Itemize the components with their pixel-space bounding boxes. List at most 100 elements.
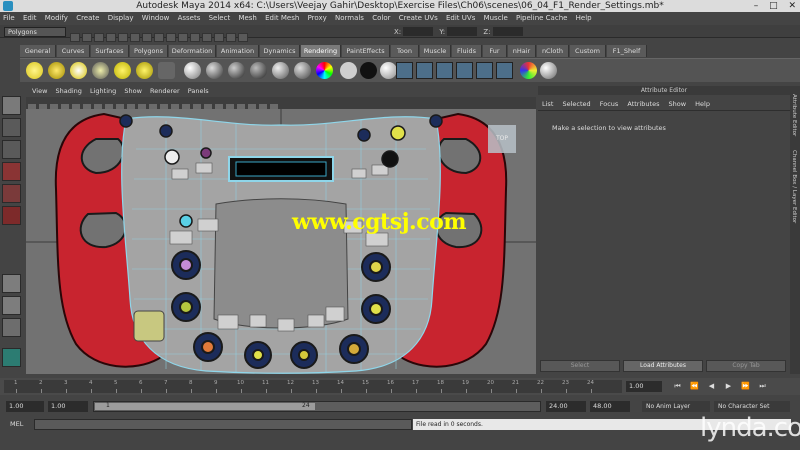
scale-tool-icon[interactable] xyxy=(2,206,21,225)
x-field[interactable] xyxy=(403,27,434,36)
tab-fur[interactable]: Fur xyxy=(483,45,507,57)
ramp-material-icon[interactable] xyxy=(316,62,333,79)
snap-grid-icon[interactable] xyxy=(142,33,152,42)
range-slider[interactable]: 1 24 xyxy=(93,401,541,412)
go-to-end-icon[interactable]: ⏭ xyxy=(757,381,768,392)
tab-muscle[interactable]: Muscle xyxy=(420,45,451,57)
menu-proxy[interactable]: Proxy xyxy=(308,14,327,22)
open-scene-icon[interactable] xyxy=(82,33,92,42)
menu-pipeline-cache[interactable]: Pipeline Cache xyxy=(516,14,567,22)
select-hierarchy-icon[interactable] xyxy=(106,33,116,42)
phonge-material-icon[interactable] xyxy=(250,62,267,79)
select-component-icon[interactable] xyxy=(130,33,140,42)
panel-menu-panels[interactable]: Panels xyxy=(188,87,209,95)
anim-layer-dropdown[interactable]: No Anim Layer xyxy=(642,401,710,412)
ipr-render-icon[interactable] xyxy=(214,33,224,42)
menu-modify[interactable]: Modify xyxy=(45,14,68,22)
tab-curves[interactable]: Curves xyxy=(57,45,90,57)
tab-custom[interactable]: Custom xyxy=(570,45,606,57)
outliner-layout-icon[interactable] xyxy=(2,318,21,337)
render-settings-shelf-icon[interactable] xyxy=(436,62,453,79)
ae-menu-help[interactable]: Help xyxy=(695,100,710,108)
menu-mesh[interactable]: Mesh xyxy=(238,14,256,22)
go-to-start-icon[interactable]: ⏮ xyxy=(672,381,683,392)
spot-light-icon[interactable] xyxy=(92,62,109,79)
panel-menu-lighting[interactable]: Lighting xyxy=(90,87,116,95)
use-background-icon[interactable] xyxy=(360,62,377,79)
snap-plane-icon[interactable] xyxy=(178,33,188,42)
playback-start-field[interactable]: 1.00 xyxy=(48,401,88,412)
hypershade-layout-icon[interactable] xyxy=(2,348,21,367)
ipr-render-shelf-icon[interactable] xyxy=(416,62,433,79)
layered-material-icon[interactable] xyxy=(294,62,311,79)
tab-nhair[interactable]: nHair xyxy=(508,45,536,57)
tab-deformation[interactable]: Deformation xyxy=(169,45,216,57)
select-object-icon[interactable] xyxy=(118,33,128,42)
tab-ncloth[interactable]: nCloth xyxy=(537,45,569,57)
tab-painteffects[interactable]: PaintEffects xyxy=(342,45,390,57)
tab-general[interactable]: General xyxy=(20,45,56,57)
minimize-button[interactable]: – xyxy=(754,1,759,11)
panel-menu-renderer[interactable]: Renderer xyxy=(150,87,180,95)
menu-color[interactable]: Color xyxy=(372,14,390,22)
render-settings-icon[interactable] xyxy=(226,33,236,42)
snap-curve-icon[interactable] xyxy=(154,33,164,42)
tab-animation[interactable]: Animation xyxy=(217,45,259,57)
rotate-tool-icon[interactable] xyxy=(2,184,21,203)
top-viewport[interactable]: TOP www.cgtsj.com xyxy=(26,109,536,374)
select-button[interactable]: Select xyxy=(540,360,620,372)
save-scene-icon[interactable] xyxy=(94,33,104,42)
playback-end-field[interactable]: 24.00 xyxy=(546,401,586,412)
phong-material-icon[interactable] xyxy=(228,62,245,79)
select-tool-icon[interactable] xyxy=(2,96,21,115)
panel-menu-shading[interactable]: Shading xyxy=(56,87,82,95)
area-light-icon[interactable] xyxy=(114,62,131,79)
menu-edit-uvs[interactable]: Edit UVs xyxy=(446,14,475,22)
batch-render-icon[interactable] xyxy=(496,62,513,79)
new-scene-icon[interactable] xyxy=(70,33,80,42)
maximize-button[interactable]: □ xyxy=(769,1,778,11)
hypershade-shelf-icon[interactable] xyxy=(456,62,473,79)
step-back-key-icon[interactable]: ⏪ xyxy=(689,381,700,392)
panel-menu-show[interactable]: Show xyxy=(124,87,142,95)
start-time-field[interactable]: 1.00 xyxy=(6,401,44,412)
camera-icon[interactable] xyxy=(158,62,175,79)
tab-f1-shelf[interactable]: F1_Shelf xyxy=(607,45,647,57)
menu-display[interactable]: Display xyxy=(108,14,134,22)
y-field[interactable] xyxy=(447,27,478,36)
menu-normals[interactable]: Normals xyxy=(335,14,364,22)
ae-menu-selected[interactable]: Selected xyxy=(562,100,590,108)
menu-muscle[interactable]: Muscle xyxy=(484,14,508,22)
tab-toon[interactable]: Toon xyxy=(391,45,419,57)
history-icon[interactable] xyxy=(190,33,200,42)
step-forward-key-icon[interactable]: ⏩ xyxy=(740,381,751,392)
copy-tab-button[interactable]: Copy Tab xyxy=(706,360,786,372)
range-slider-handle[interactable] xyxy=(95,403,315,410)
menu-set-dropdown[interactable]: Polygons xyxy=(4,27,66,37)
menu-create[interactable]: Create xyxy=(76,14,99,22)
texture-icon[interactable] xyxy=(540,62,557,79)
menu-file[interactable]: File xyxy=(3,14,15,22)
menu-create-uvs[interactable]: Create UVs xyxy=(399,14,438,22)
move-tool-icon[interactable] xyxy=(2,162,21,181)
paint-effects-icon[interactable] xyxy=(520,62,537,79)
hypershade-icon[interactable] xyxy=(238,33,248,42)
ae-menu-show[interactable]: Show xyxy=(669,100,687,108)
menu-help[interactable]: Help xyxy=(576,14,592,22)
single-pane-layout-icon[interactable] xyxy=(2,274,21,293)
lasso-tool-icon[interactable] xyxy=(2,118,21,137)
ae-menu-focus[interactable]: Focus xyxy=(600,100,619,108)
end-time-field[interactable]: 48.00 xyxy=(590,401,630,412)
four-pane-layout-icon[interactable] xyxy=(2,296,21,315)
menu-window[interactable]: Window xyxy=(142,14,170,22)
current-frame-field[interactable]: 1.00 xyxy=(626,381,662,392)
volume-light-icon[interactable] xyxy=(136,62,153,79)
character-set-dropdown[interactable]: No Character Set xyxy=(714,401,790,412)
menu-edit[interactable]: Edit xyxy=(23,14,37,22)
tab-dynamics[interactable]: Dynamics xyxy=(260,45,300,57)
render-current-frame-icon[interactable] xyxy=(396,62,413,79)
mel-input-field[interactable] xyxy=(34,419,412,430)
z-field[interactable] xyxy=(492,27,523,36)
menu-assets[interactable]: Assets xyxy=(178,14,201,22)
view-cube[interactable]: TOP xyxy=(488,125,516,153)
